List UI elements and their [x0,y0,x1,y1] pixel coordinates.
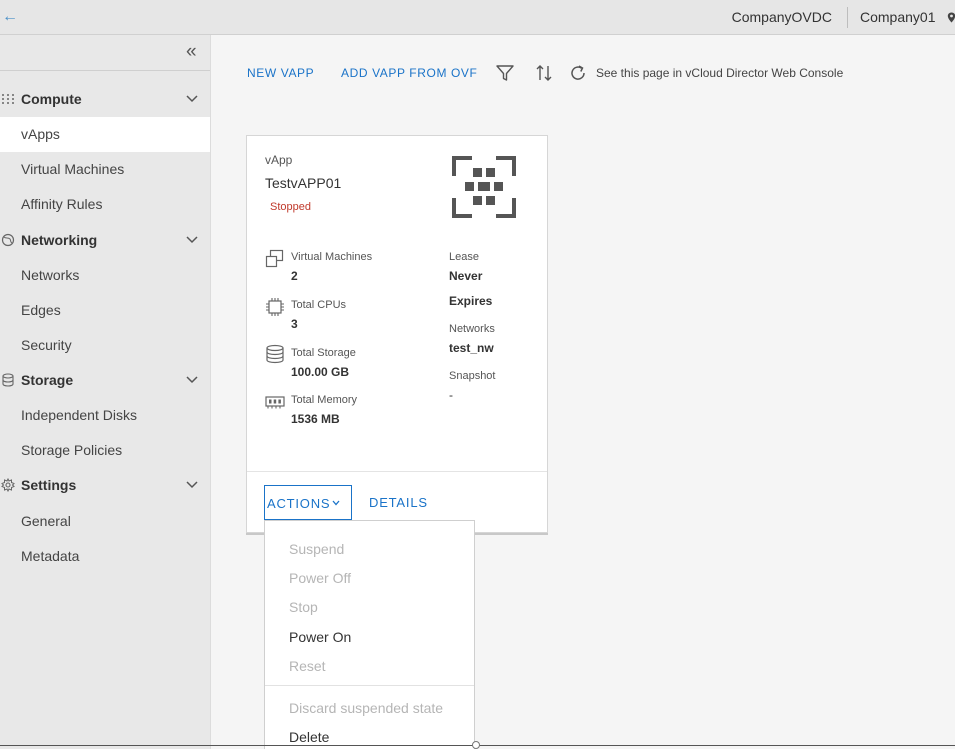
stat-value: 1536 MB [291,412,340,426]
sidebar-item-label: Affinity Rules [21,196,103,212]
collapse-sidebar-icon[interactable]: « [186,41,197,63]
stat-label: Total CPUs [291,299,347,311]
sidebar-item-label: Edges [21,302,61,318]
chevron-down-icon [332,500,340,506]
sidebar-item-security[interactable]: Security [0,328,210,363]
vapp-name[interactable]: TestvAPP01 [265,175,341,191]
database-icon [2,373,14,387]
sidebar-item-storage-policies[interactable]: Storage Policies [0,433,210,468]
chevron-down-icon[interactable] [186,236,198,244]
details-button[interactable]: DETAILS [369,495,428,510]
sidebar-item-metadata[interactable]: Metadata [0,539,210,574]
lease-label: Lease [449,251,479,263]
sidebar-item-label: Storage Policies [21,442,123,458]
menu-item-delete[interactable]: Delete [289,729,329,745]
sidebar-item-edges[interactable]: Edges [0,293,210,328]
stat-value: 100.00 GB [291,365,350,379]
memory-icon [265,396,285,409]
sidebar-item-general[interactable]: General [0,504,210,539]
actions-menu: Suspend Power Off Stop Power On Reset Di… [264,520,475,749]
stat-label: Total Memory [291,394,358,406]
sidebar-item-networks[interactable]: Networks [0,258,210,293]
vm-icon [265,249,284,268]
menu-item-stop: Stop [289,599,318,615]
top-bar: ← CompanyOVDC Company01 [0,0,955,35]
web-console-link[interactable]: See this page in vCloud Director Web Con… [596,66,843,80]
sidebar-item-affinity-rules[interactable]: Affinity Rules [0,187,210,222]
menu-item-power-on[interactable]: Power On [289,629,351,645]
stat-label: Total Storage [291,347,356,359]
database-icon [266,344,284,364]
org-context-name[interactable]: Company01 [860,9,936,25]
cpu-icon [266,298,284,316]
grid-dots-icon [2,94,14,104]
sidebar-item-label: Independent Disks [21,407,137,423]
stat-value: 3 [291,317,298,331]
refresh-icon[interactable] [568,63,588,83]
chevron-down-icon[interactable] [186,376,198,384]
sidebar-item-label: Networks [21,267,80,283]
sidebar-group-label: Compute [21,91,82,107]
sidebar-item-independent-disks[interactable]: Independent Disks [0,398,210,433]
actions-dropdown-button[interactable]: ACTIONS [264,485,352,520]
stat-value: 2 [291,269,298,283]
filter-icon[interactable] [495,63,515,83]
card-divider [247,471,547,472]
context-divider [847,7,848,28]
sidebar-item-label: Virtual Machines [21,161,125,177]
menu-item-power-off: Power Off [289,570,351,586]
gear-icon [1,478,15,492]
sidebar-collapse-row: « [0,35,210,71]
sidebar-group-label: Settings [21,477,77,493]
vapp-type-label: vApp [265,153,293,167]
back-arrow-icon[interactable]: ← [2,8,18,26]
menu-item-suspend: Suspend [289,541,345,557]
chevron-down-icon[interactable] [186,95,198,103]
sidebar: « Compute vApps Virtual Machines Affinit… [0,35,211,749]
chevron-down-icon[interactable] [186,481,198,489]
sidebar-item-virtual-machines[interactable]: Virtual Machines [0,152,210,187]
menu-item-discard-suspended-state: Discard suspended state [289,700,444,716]
vapp-card: vApp TestvAPP01 Stopped Virtual Machines… [246,135,548,533]
sidebar-group-label: Networking [21,232,98,248]
actions-label: ACTIONS [267,496,331,511]
sidebar-group-settings[interactable]: Settings [0,468,210,503]
sidebar-item-label: Security [21,337,72,353]
status-badge: Stopped [270,201,311,213]
snapshot-label: Snapshot [449,370,496,382]
menu-separator [265,685,474,686]
snapshot-value: - [449,388,453,402]
stat-label: Virtual Machines [291,251,373,263]
sidebar-group-label: Storage [21,372,74,388]
lease-value: Never [449,269,483,283]
location-pin-icon[interactable] [947,12,955,23]
new-vapp-button[interactable]: NEW VAPP [247,66,314,80]
sidebar-item-label: General [21,513,71,529]
networks-value: test_nw [449,341,494,355]
sidebar-group-compute[interactable]: Compute [0,82,210,117]
add-vapp-from-ovf-button[interactable]: ADD VAPP FROM OVF [341,66,477,80]
sidebar-item-label: Metadata [21,548,80,564]
networks-label: Networks [449,323,495,335]
lease-value-expires: Expires [449,294,493,308]
sort-icon[interactable] [534,63,554,83]
network-globe-icon [1,233,15,247]
sidebar-item-vapps[interactable]: vApps [0,117,210,152]
sidebar-group-storage[interactable]: Storage [0,363,210,398]
vdc-context-name[interactable]: CompanyOVDC [732,9,832,25]
vapp-icon [452,156,516,218]
sidebar-group-networking[interactable]: Networking [0,223,210,258]
sidebar-item-label: vApps [21,126,60,142]
menu-item-reset: Reset [289,658,326,674]
resize-handle[interactable] [472,741,480,749]
